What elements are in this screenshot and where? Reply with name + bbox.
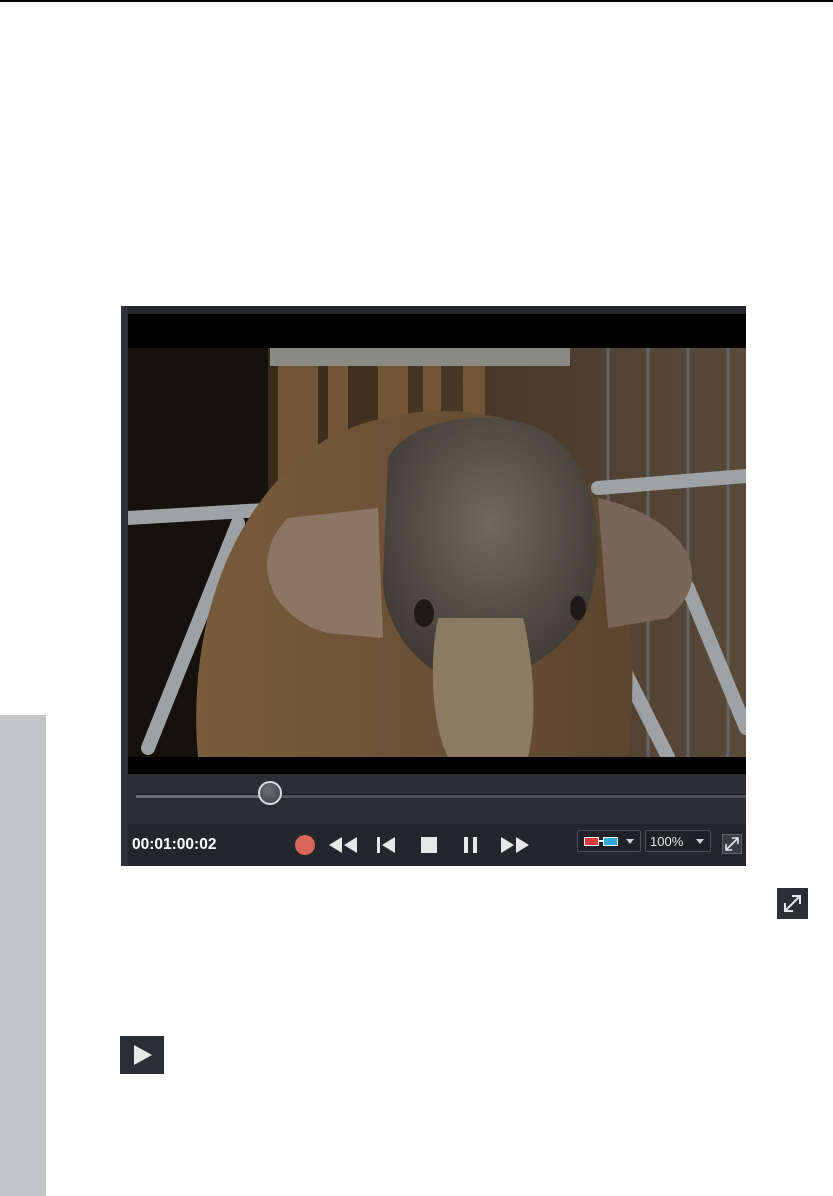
chevron-down-icon	[696, 838, 704, 844]
fast-forward-icon	[501, 837, 529, 853]
elephant-frame	[128, 348, 746, 757]
video-preview[interactable]	[128, 314, 746, 774]
scrub-progress	[136, 795, 271, 798]
timeline-scrubber[interactable]	[128, 774, 746, 824]
rewind-icon	[329, 837, 357, 853]
skip-to-start-icon	[377, 837, 395, 853]
rewind-button[interactable]	[326, 832, 360, 858]
page-top-rule	[0, 0, 833, 2]
pause-icon	[464, 837, 477, 853]
stop-button[interactable]	[418, 832, 440, 858]
playhead-handle[interactable]	[258, 781, 283, 805]
stereo-3d-dropdown[interactable]	[577, 830, 641, 852]
player-left-edge	[121, 306, 128, 866]
scrub-track[interactable]	[136, 794, 746, 798]
record-button[interactable]	[292, 832, 318, 858]
anaglyph-3d-glasses-icon	[584, 836, 618, 846]
fast-forward-button[interactable]	[498, 832, 532, 858]
fullscreen-button[interactable]	[722, 834, 742, 854]
record-icon	[295, 835, 315, 855]
transport-bar: 00:01:00:02 100%	[128, 824, 746, 866]
zoom-value: 100%	[650, 833, 684, 849]
stop-icon	[421, 837, 437, 853]
pause-button[interactable]	[460, 832, 482, 858]
skip-to-start-button[interactable]	[374, 832, 398, 858]
play-icon	[120, 1036, 164, 1074]
video-player: 00:01:00:02 100%	[121, 306, 746, 866]
chevron-down-icon	[626, 838, 634, 844]
timecode-display: 00:01:00:02	[132, 836, 217, 853]
fullscreen-icon	[725, 837, 739, 851]
fullscreen-icon	[777, 888, 808, 919]
zoom-dropdown[interactable]: 100%	[645, 830, 711, 852]
chapter-side-tab	[0, 715, 46, 1196]
